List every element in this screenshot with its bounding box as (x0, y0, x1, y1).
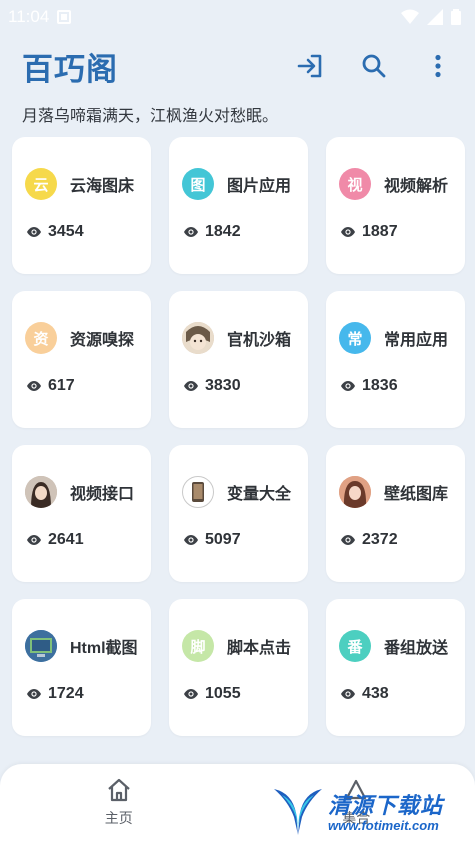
card-view-count: 3830 (205, 377, 241, 394)
home-icon (108, 778, 130, 802)
more-vertical-icon (435, 54, 441, 78)
card-label: 视频解析 (384, 178, 449, 195)
card-view-count: 3454 (48, 223, 84, 240)
card-badge-icon: 脚 (182, 630, 214, 662)
card-html-screenshot[interactable]: Html截图 1724 (12, 599, 151, 736)
card-view-count: 1055 (205, 685, 241, 702)
login-button[interactable] (295, 51, 325, 81)
card-label: 变量大全 (227, 486, 292, 503)
card-badge-icon: 图 (182, 168, 214, 200)
app-grid: 云 云海图床 3454 图 图片应用 1842 视 视频解析 1887 资 资源… (12, 137, 465, 736)
notification-icon (57, 10, 72, 24)
search-icon (362, 54, 386, 78)
wifi-icon (401, 9, 419, 24)
eye-icon (184, 381, 198, 391)
card-common-apps[interactable]: 常 常用应用 1836 (326, 291, 465, 428)
card-label: 图片应用 (227, 178, 292, 195)
subtitle: 月落乌啼霜满天，江枫渔火对愁眠。 (22, 108, 279, 125)
card-label: 常用应用 (384, 332, 449, 349)
status-bar: 11:04 (0, 0, 475, 34)
card-cloud-image-host[interactable]: 云 云海图床 3454 (12, 137, 151, 274)
search-button[interactable] (359, 51, 389, 81)
more-button[interactable] (423, 51, 453, 81)
app-header: 百巧阁 (0, 34, 475, 98)
eye-icon (341, 227, 355, 237)
card-label: 壁纸图库 (384, 486, 449, 503)
status-time: 11:04 (8, 7, 50, 26)
card-label: 脚本点击 (227, 640, 292, 657)
card-badge-icon: 视 (339, 168, 371, 200)
card-label: 番组放送 (384, 640, 449, 657)
screen-avatar-icon (25, 630, 57, 662)
card-script-click[interactable]: 脚 脚本点击 1055 (169, 599, 308, 736)
card-view-count: 1887 (362, 223, 398, 240)
card-wallpaper-gallery[interactable]: 壁纸图库 2372 (326, 445, 465, 582)
battery-icon (451, 9, 461, 25)
nav-home[interactable]: 主页 (59, 778, 179, 828)
card-video-parse[interactable]: 视 视频解析 1887 (326, 137, 465, 274)
card-view-count: 438 (362, 685, 389, 702)
card-badge-icon: 资 (25, 322, 57, 354)
watermark: 清源下载站 www.fotimeit.com (272, 780, 472, 840)
signal-icon (427, 9, 443, 25)
app-title: 百巧阁 (22, 51, 118, 87)
eye-icon (184, 227, 198, 237)
card-label: 云海图床 (70, 178, 135, 195)
eye-icon (184, 535, 198, 545)
card-badge-icon: 云 (25, 168, 57, 200)
photo-avatar-icon (25, 476, 57, 508)
watermark-logo-icon (274, 789, 322, 835)
card-view-count: 1842 (205, 223, 241, 240)
eye-icon (341, 535, 355, 545)
eye-icon (27, 227, 41, 237)
card-variables[interactable]: 变量大全 5097 (169, 445, 308, 582)
eye-icon (341, 381, 355, 391)
eye-icon (27, 689, 41, 699)
card-image-apps[interactable]: 图 图片应用 1842 (169, 137, 308, 274)
watermark-title: 清源下载站 (328, 792, 444, 818)
card-label: 视频接口 (70, 486, 135, 503)
card-view-count: 1836 (362, 377, 398, 394)
login-icon (297, 54, 322, 78)
card-video-api[interactable]: 视频接口 2641 (12, 445, 151, 582)
eye-icon (27, 381, 41, 391)
card-view-count: 2641 (48, 531, 84, 548)
anime-avatar-icon (182, 322, 214, 354)
watermark-url: www.fotimeit.com (328, 817, 439, 833)
card-view-count: 617 (48, 377, 75, 394)
card-view-count: 5097 (205, 531, 241, 548)
eye-icon (184, 689, 198, 699)
card-anime-broadcast[interactable]: 番 番组放送 438 (326, 599, 465, 736)
card-label: Html截图 (70, 640, 138, 657)
eye-icon (341, 689, 355, 699)
card-view-count: 2372 (362, 531, 398, 548)
card-badge-icon: 番 (339, 630, 371, 662)
card-label: 资源嗅探 (70, 332, 135, 349)
card-resource-sniff[interactable]: 资 资源嗅探 617 (12, 291, 151, 428)
card-official-sandbox[interactable]: 官机沙箱 3830 (169, 291, 308, 428)
photo-avatar-icon (339, 476, 371, 508)
card-view-count: 1724 (48, 685, 84, 702)
card-label: 官机沙箱 (227, 332, 292, 349)
nav-home-label: 主页 (104, 810, 133, 826)
phone-avatar-icon (182, 476, 214, 508)
card-badge-icon: 常 (339, 322, 371, 354)
eye-icon (27, 535, 41, 545)
